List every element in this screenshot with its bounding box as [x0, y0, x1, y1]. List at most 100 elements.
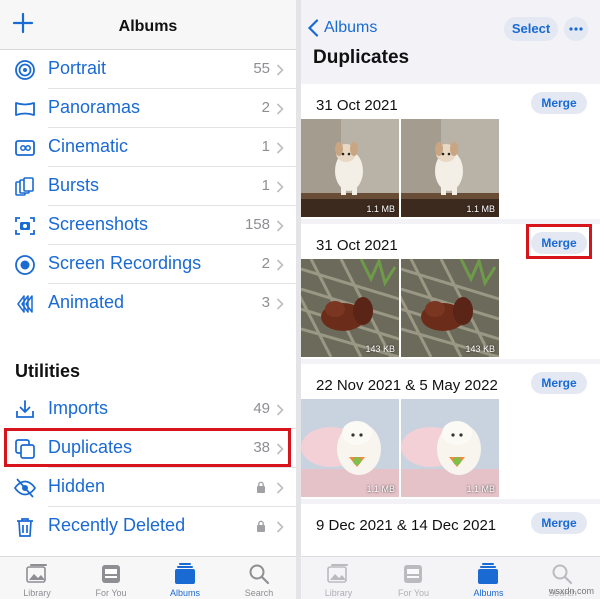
chevron-right-icon: [276, 181, 284, 193]
duplicates-highlight-box: [4, 428, 291, 467]
file-size: 1.1 MB: [366, 484, 395, 494]
chevron-right-icon: [276, 64, 284, 76]
album-count: 49: [253, 400, 270, 417]
album-count: 158: [244, 216, 270, 233]
ellipsis-icon: [569, 27, 583, 31]
album-row-panoramas[interactable]: Panoramas 2: [0, 89, 296, 128]
tab-label: For You: [397, 588, 430, 598]
tab-search[interactable]: Search: [222, 557, 296, 599]
file-size: 143 KB: [465, 344, 495, 354]
page-title: Duplicates: [313, 47, 410, 68]
album-label: Cinematic: [48, 136, 129, 156]
duplicate-group: 31 Oct 2021 Merge 1.1 MB 1.1 MB: [301, 84, 600, 219]
albums-header: Albums: [0, 0, 296, 50]
album-row-imports[interactable]: Imports 49: [0, 390, 296, 429]
album-count: 2: [261, 255, 270, 272]
file-size: 143 KB: [365, 344, 395, 354]
tab-label: Albums: [473, 588, 504, 598]
album-label: Screenshots: [48, 214, 149, 234]
tab-label: Library: [324, 588, 353, 598]
album-row-hidden[interactable]: Hidden: [0, 468, 296, 507]
photo-thumbnail[interactable]: 1.1 MB: [401, 119, 499, 217]
puppy-photo: [301, 119, 399, 217]
watermark: wsxdn.com: [548, 586, 594, 596]
trash-icon: [17, 518, 33, 537]
photo-thumbnail[interactable]: 143 KB: [401, 259, 499, 357]
album-row-bursts[interactable]: Bursts 1: [0, 167, 296, 206]
photo-thumbnail[interactable]: 1.1 MB: [401, 399, 499, 497]
tab-label: Library: [23, 588, 51, 598]
screenshot-icon: [15, 217, 35, 235]
album-label: Panoramas: [48, 97, 141, 117]
album-label: Imports: [48, 398, 109, 418]
album-row-recently-deleted[interactable]: Recently Deleted: [0, 507, 296, 546]
chevron-right-icon: [276, 259, 284, 271]
chevron-right-icon: [276, 404, 284, 416]
group-date: 9 Dec 2021 & 14 Dec 2021: [316, 517, 497, 534]
album-row-screenshots[interactable]: Screenshots 158: [0, 206, 296, 245]
more-button[interactable]: [564, 17, 588, 41]
search-icon: [249, 564, 270, 585]
portrait-icon: [15, 60, 35, 80]
chevron-right-icon: [276, 142, 284, 154]
album-row-animated[interactable]: Animated 3: [0, 284, 296, 323]
album-count: 3: [261, 294, 270, 311]
plush-toy-photo: [401, 399, 499, 497]
album-label: Animated: [48, 292, 125, 312]
album-row-portrait[interactable]: Portrait 55: [0, 50, 296, 89]
photo-thumbnail[interactable]: 1.1 MB: [301, 119, 399, 217]
merge-button[interactable]: Merge: [531, 512, 587, 534]
album-count: 55: [253, 60, 270, 77]
chevron-left-icon: [307, 19, 319, 37]
file-size: 1.1 MB: [366, 204, 395, 214]
select-button[interactable]: Select: [504, 17, 558, 41]
import-icon: [16, 400, 34, 418]
tab-for-you[interactable]: For You: [376, 557, 451, 599]
squirrel-photo: [401, 259, 499, 357]
album-label: Hidden: [48, 476, 106, 496]
tab-albums[interactable]: Albums: [148, 557, 222, 599]
merge-button[interactable]: Merge: [531, 92, 587, 114]
plush-toy-photo: [301, 399, 399, 497]
cinematic-icon: [15, 140, 35, 156]
chevron-right-icon: [276, 103, 284, 115]
photo-thumbnail[interactable]: 143 KB: [301, 259, 399, 357]
chevron-right-icon: [276, 482, 284, 494]
tab-label: Albums: [169, 588, 200, 598]
library-icon: [26, 564, 47, 583]
file-size: 1.1 MB: [466, 204, 495, 214]
puppy-photo: [401, 119, 499, 217]
chevron-right-icon: [276, 298, 284, 310]
albums-icon: [478, 563, 498, 584]
album-count: 2: [261, 99, 270, 116]
page-title: Albums: [118, 18, 178, 35]
album-row-cinematic[interactable]: Cinematic 1: [0, 128, 296, 167]
merge-button[interactable]: Merge: [531, 372, 587, 394]
chevron-right-icon: [276, 521, 284, 533]
album-row-screen-recordings[interactable]: Screen Recordings 2: [0, 245, 296, 284]
tab-library[interactable]: Library: [301, 557, 376, 599]
duplicate-group: 9 Dec 2021 & 14 Dec 2021 Merge: [301, 504, 600, 564]
lock-icon: [257, 481, 265, 493]
album-label: Portrait: [48, 58, 107, 78]
merge-highlight-box: [526, 224, 592, 259]
library-icon: [327, 564, 348, 583]
album-label: Recently Deleted: [48, 515, 186, 535]
utilities-heading: Utilities: [15, 361, 81, 381]
chevron-right-icon: [276, 220, 284, 232]
photo-thumbnail[interactable]: 1.1 MB: [301, 399, 399, 497]
tab-for-you[interactable]: For You: [74, 557, 148, 599]
file-size: 1.1 MB: [466, 484, 495, 494]
duplicate-group: 22 Nov 2021 & 5 May 2022 Merge 1.1 MB 1.…: [301, 364, 600, 499]
back-button[interactable]: Albums: [307, 17, 387, 39]
hidden-icon: [14, 478, 36, 498]
tab-albums[interactable]: Albums: [451, 557, 526, 599]
for-you-icon: [102, 565, 120, 583]
bursts-icon: [15, 177, 34, 196]
tab-library[interactable]: Library: [0, 557, 74, 599]
for-you-icon: [404, 565, 422, 583]
animated-icon: [17, 295, 33, 313]
album-label: Bursts: [48, 175, 100, 195]
group-date: 22 Nov 2021 & 5 May 2022: [316, 377, 498, 394]
lock-icon: [257, 520, 265, 532]
